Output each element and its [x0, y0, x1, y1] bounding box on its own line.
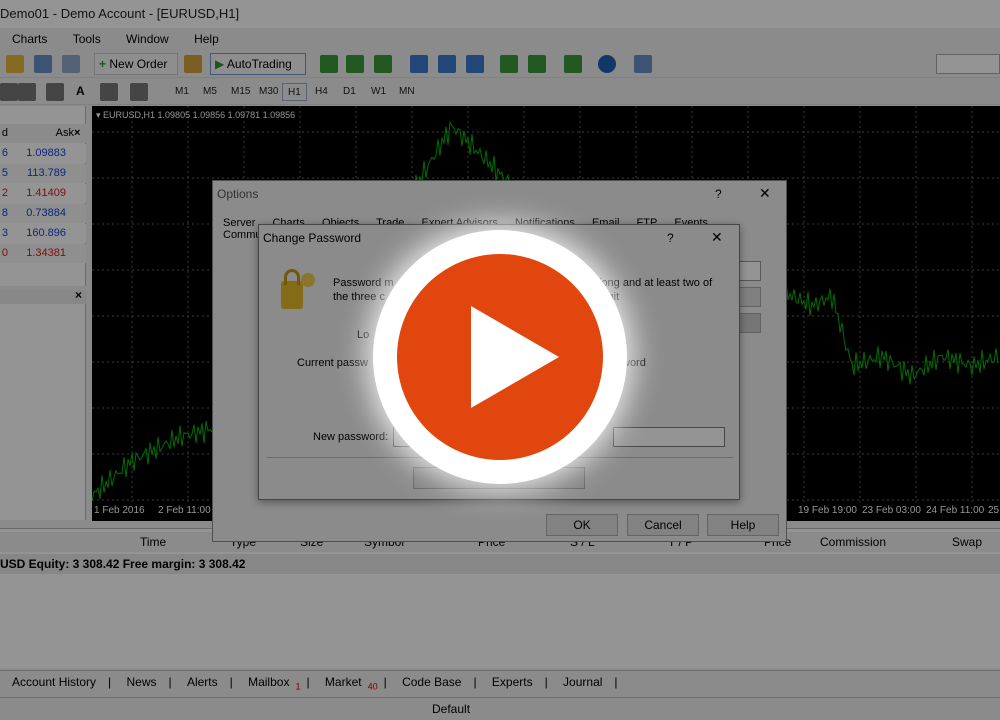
- play-button[interactable]: [397, 254, 603, 460]
- play-icon: [471, 306, 559, 408]
